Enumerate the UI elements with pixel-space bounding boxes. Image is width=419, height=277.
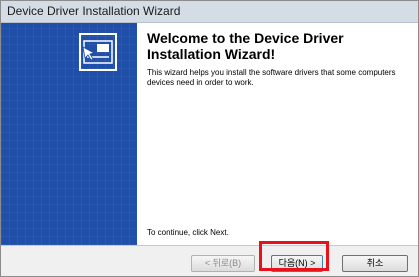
back-button: < 뒤로(B) — [191, 255, 255, 272]
window-title: Device Driver Installation Wizard — [7, 4, 181, 18]
wizard-banner — [1, 23, 137, 245]
next-button-highlight — [259, 241, 329, 271]
wizard-window: Device Driver Installation Wizard Welcom… — [0, 0, 419, 277]
continue-hint: To continue, click Next. — [147, 228, 229, 237]
driver-disk-icon — [79, 33, 117, 71]
button-bar: < 뒤로(B) 다음(N) > 취소 — [1, 245, 418, 276]
wizard-content: Welcome to the Device Driver Installatio… — [137, 23, 418, 245]
intro-text: This wizard helps you install the softwa… — [147, 68, 396, 87]
welcome-heading: Welcome to the Device Driver Installatio… — [147, 30, 344, 62]
title-bar[interactable]: Device Driver Installation Wizard — [1, 1, 418, 23]
cancel-button[interactable]: 취소 — [342, 255, 408, 272]
